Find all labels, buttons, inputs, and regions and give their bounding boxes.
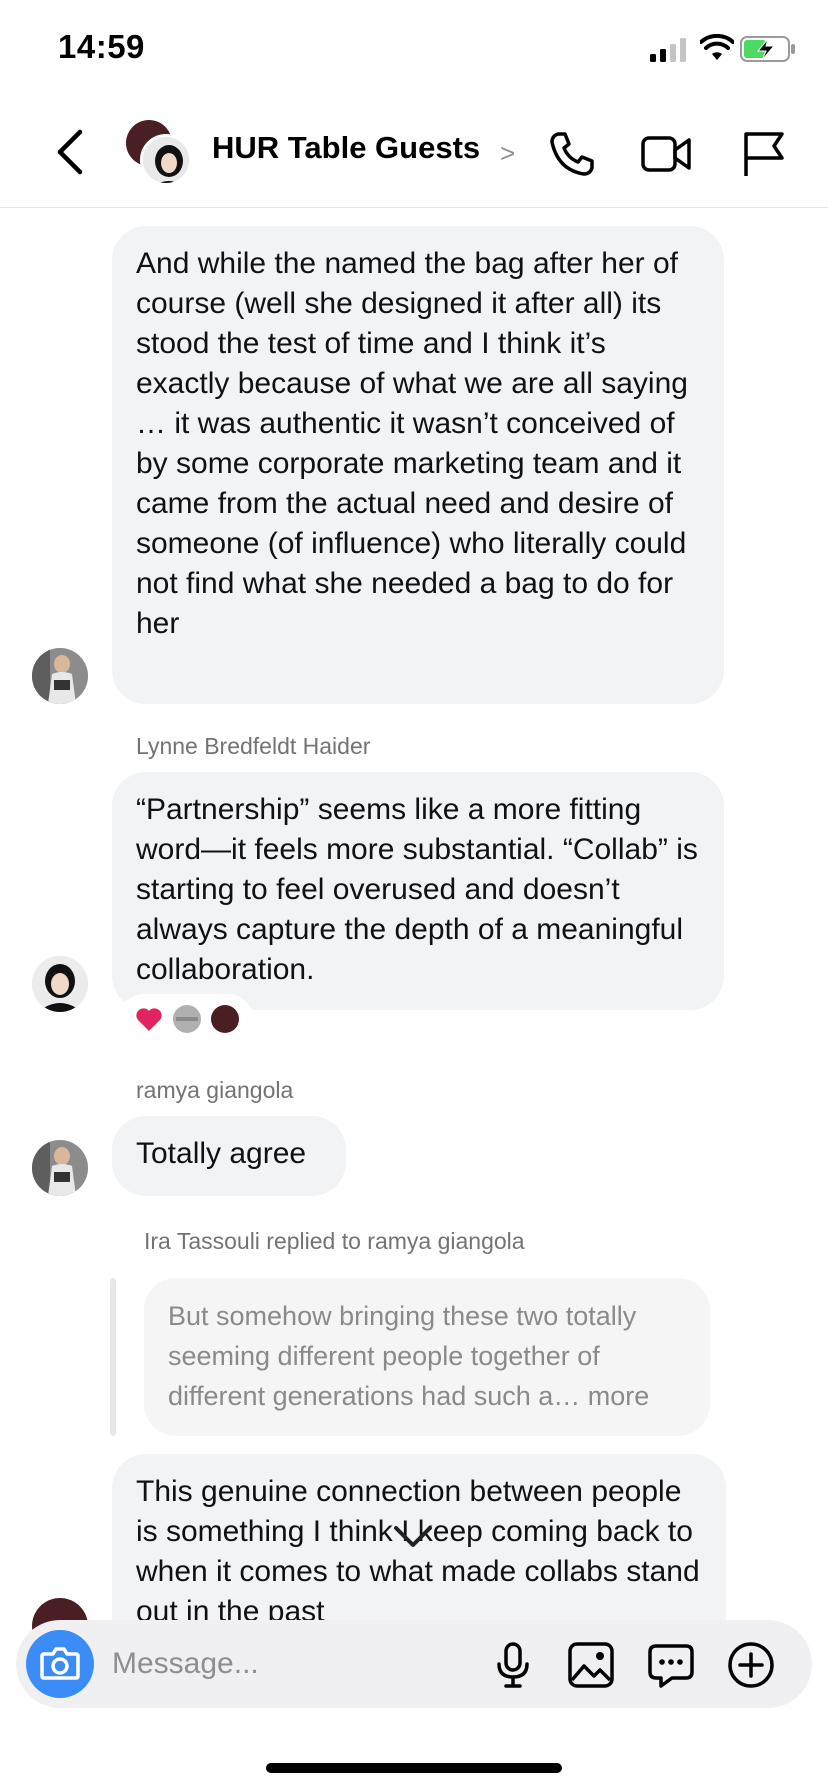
avatar[interactable] xyxy=(32,956,88,1012)
phone-call-icon[interactable] xyxy=(546,128,598,180)
reply-label: Ira Tassouli replied to ramya giangola xyxy=(144,1228,525,1254)
wifi-icon xyxy=(700,34,734,60)
microphone-icon[interactable] xyxy=(488,1640,538,1690)
heart-reaction-icon xyxy=(136,1008,162,1031)
chat-title[interactable]: HUR Table Guests xyxy=(212,130,480,166)
camera-button[interactable] xyxy=(26,1630,94,1698)
cellular-signal-icon xyxy=(650,38,686,62)
video-call-icon[interactable] xyxy=(640,128,692,180)
report-flag-icon[interactable] xyxy=(738,128,790,180)
status-time: 14:59 xyxy=(58,28,145,65)
sender-name: Lynne Bredfeldt Haider xyxy=(136,733,371,759)
reactor-avatar xyxy=(173,1005,201,1033)
avatar[interactable] xyxy=(32,1140,88,1196)
avatar[interactable] xyxy=(32,648,88,704)
message-input[interactable] xyxy=(112,1642,472,1686)
camera-icon xyxy=(40,1647,80,1680)
scroll-down-chevron-icon[interactable] xyxy=(388,1520,438,1554)
reply-quote[interactable]: But somehow bringing these two totally s… xyxy=(144,1278,710,1436)
gallery-image-icon[interactable] xyxy=(566,1640,616,1690)
title-chevron-icon[interactable]: > xyxy=(500,138,515,169)
reactions-bar[interactable] xyxy=(120,996,252,1044)
member-avatar-front xyxy=(140,134,192,186)
add-plus-icon[interactable] xyxy=(726,1640,776,1690)
battery-charging-icon xyxy=(740,36,795,62)
back-chevron-icon[interactable] xyxy=(50,126,94,178)
group-avatar[interactable] xyxy=(126,118,194,186)
sender-name: ramya giangola xyxy=(136,1077,294,1103)
home-indicator xyxy=(266,1763,562,1773)
sticker-chat-icon[interactable] xyxy=(646,1640,696,1690)
message-bubble[interactable]: “Partnership” seems like a more fitting … xyxy=(112,772,724,1010)
message-bubble[interactable]: And while the named the bag after her of… xyxy=(112,226,724,704)
reactor-avatar xyxy=(211,1005,239,1033)
message-composer xyxy=(16,1620,812,1708)
chat-header: HUR Table Guests > xyxy=(0,100,828,208)
reply-quote-bar xyxy=(110,1278,116,1436)
status-bar: 14:59 xyxy=(0,0,828,100)
message-bubble[interactable]: Totally agree xyxy=(112,1116,346,1196)
